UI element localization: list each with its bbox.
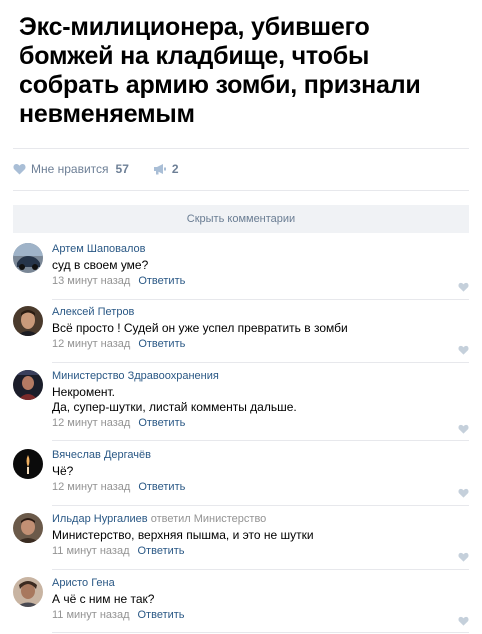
share-count: 2 bbox=[171, 162, 179, 176]
comment: Министерство Здравоохранения Некромент. … bbox=[13, 370, 469, 442]
comment-author[interactable]: Артем Шаповалов bbox=[52, 243, 469, 256]
comment-divider bbox=[52, 505, 469, 506]
comment-text: Чё? bbox=[52, 464, 74, 478]
comment-author[interactable]: Аристо Гена bbox=[52, 577, 469, 590]
avatar[interactable] bbox=[13, 513, 43, 543]
post-title: Экс-милиционера, убившего бомжей на клад… bbox=[19, 13, 421, 128]
reply-link[interactable]: Ответить bbox=[138, 481, 185, 493]
comment-author: Ильдар Нургалиев ответил Министерство bbox=[52, 513, 469, 526]
avatar[interactable] bbox=[13, 577, 43, 607]
megaphone-icon bbox=[153, 163, 167, 175]
comment-divider bbox=[52, 299, 469, 300]
reply-link[interactable]: Ответить bbox=[138, 275, 185, 287]
comment-author-name[interactable]: Ильдар Нургалиев bbox=[52, 513, 148, 525]
comment: Ильдар Нургалиев ответил Министерство Ми… bbox=[13, 513, 469, 573]
comment-author[interactable]: Алексей Петров bbox=[52, 306, 469, 319]
comment-text: суд в своем уме? bbox=[52, 258, 149, 272]
comment: Артем Шаповалов суд в своем уме? 13 мину… bbox=[13, 243, 469, 303]
reply-link[interactable]: Ответить bbox=[138, 338, 185, 350]
comment-time[interactable]: 12 минут назад bbox=[52, 417, 130, 429]
divider bbox=[13, 190, 469, 191]
avatar[interactable] bbox=[13, 306, 43, 336]
comment-like-heart-icon[interactable] bbox=[458, 485, 469, 503]
comment-text-line: Да, супер-шутки, листай комменты дальше. bbox=[52, 400, 297, 414]
post-actions: Мне нравится 57 2 bbox=[13, 161, 179, 177]
hide-comments-button[interactable]: Скрыть комментарии bbox=[13, 205, 469, 233]
comment-text: Министерство, верхняя пышма, и это не шу… bbox=[52, 528, 314, 542]
like-label: Мне нравится bbox=[31, 162, 109, 176]
avatar[interactable] bbox=[13, 370, 43, 400]
comment-author[interactable]: Министерство Здравоохранения bbox=[52, 370, 469, 383]
comment: Аристо Гена А чё с ним не так? 11 минут … bbox=[13, 577, 469, 634]
comment-divider bbox=[52, 362, 469, 363]
divider bbox=[13, 148, 469, 149]
heart-icon bbox=[13, 163, 26, 175]
comment-text: А чё с ним не так? bbox=[52, 592, 155, 606]
comment-like-heart-icon[interactable] bbox=[458, 549, 469, 567]
comment-text-line: Некромент. bbox=[52, 385, 115, 399]
comment-time[interactable]: 13 минут назад bbox=[52, 275, 130, 287]
like-button[interactable]: Мне нравится 57 bbox=[13, 162, 129, 176]
comment-like-heart-icon[interactable] bbox=[458, 279, 469, 297]
reply-link[interactable]: Ответить bbox=[138, 609, 185, 621]
comment-text: Всё просто ! Судей он уже успел преврати… bbox=[52, 321, 348, 335]
comment-author[interactable]: Вячеслав Дергачёв bbox=[52, 449, 469, 462]
comment-time[interactable]: 12 минут назад bbox=[52, 338, 130, 350]
avatar[interactable] bbox=[13, 243, 43, 273]
reply-to-label[interactable]: ответил Министерство bbox=[151, 513, 267, 525]
share-button[interactable]: 2 bbox=[153, 162, 179, 176]
comment-text: Некромент. Да, супер-шутки, листай комме… bbox=[52, 385, 469, 415]
like-count: 57 bbox=[115, 162, 129, 176]
reply-link[interactable]: Ответить bbox=[138, 545, 185, 557]
comment-time[interactable]: 11 минут назад bbox=[52, 609, 130, 621]
comment-divider bbox=[52, 569, 469, 570]
comment-like-heart-icon[interactable] bbox=[458, 342, 469, 360]
comment-divider bbox=[52, 632, 469, 633]
comment-like-heart-icon[interactable] bbox=[458, 421, 469, 439]
reply-link[interactable]: Ответить bbox=[138, 417, 185, 429]
comment: Алексей Петров Всё просто ! Судей он уже… bbox=[13, 306, 469, 366]
comment-divider bbox=[52, 440, 469, 441]
comment: Вячеслав Дергачёв Чё? 12 минут назад Отве… bbox=[13, 449, 469, 509]
comment-time[interactable]: 11 минут назад bbox=[52, 545, 130, 557]
comment-like-heart-icon[interactable] bbox=[458, 613, 469, 631]
comment-time[interactable]: 12 минут назад bbox=[52, 481, 130, 493]
avatar[interactable] bbox=[13, 449, 43, 479]
